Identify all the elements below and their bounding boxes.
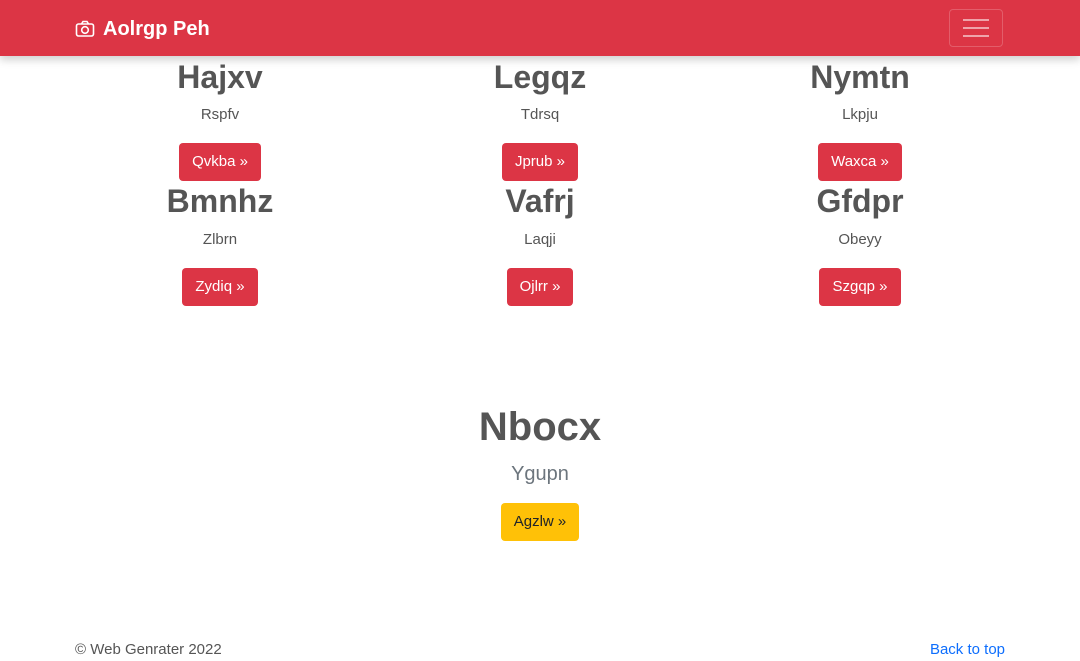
feature-card: Vafrj Laqji Ojlrr »	[380, 183, 700, 306]
hero-lead: Ygupn	[511, 463, 569, 485]
back-to-top-link[interactable]: Back to top	[930, 640, 1005, 660]
card-text: Tdrsq	[520, 106, 560, 123]
card-text: Rspfv	[200, 106, 240, 123]
card-title: Bmnhz	[166, 183, 274, 219]
card-text: Zlbrn	[202, 231, 238, 248]
card-button[interactable]: Zydiq »	[182, 268, 258, 306]
feature-card: Hajxv Rspfv Qvkba »	[60, 59, 380, 181]
card-text: Obeyy	[838, 231, 882, 248]
card-title: Gfdpr	[816, 183, 904, 219]
footer-copyright: © Web Genrater 2022	[75, 641, 222, 658]
card-button[interactable]: Waxca »	[818, 143, 902, 181]
camera-icon	[75, 20, 95, 37]
hero-title: Nbocx	[478, 405, 602, 449]
card-text: Laqji	[524, 231, 556, 248]
navbar-brand[interactable]: Aolrgp Peh	[75, 15, 210, 43]
hero-button[interactable]: Agzlw »	[500, 503, 580, 541]
feature-card: Bmnhz Zlbrn Zydiq »	[60, 183, 380, 306]
navbar-toggler-button[interactable]	[949, 9, 1003, 47]
feature-card: Legqz Tdrsq Jprub »	[380, 59, 700, 181]
card-title: Nymtn	[810, 59, 910, 95]
feature-card: Nymtn Lkpju Waxca »	[700, 59, 1020, 181]
navbar: Aolrgp Peh	[0, 0, 1080, 56]
card-button[interactable]: Szgqp »	[819, 268, 901, 306]
feature-card: Gfdpr Obeyy Szgqp »	[700, 183, 1020, 306]
hero-section: Nbocx Ygupn Agzlw »	[0, 405, 1080, 541]
hamburger-menu-icon	[963, 19, 989, 37]
card-text: Lkpju	[842, 106, 878, 123]
card-button[interactable]: Jprub »	[501, 143, 579, 181]
card-title: Vafrj	[505, 183, 575, 219]
card-title: Hajxv	[177, 59, 263, 95]
card-button[interactable]: Qvkba »	[179, 143, 261, 181]
card-title: Legqz	[493, 59, 587, 95]
card-button[interactable]: Ojlrr »	[506, 268, 574, 306]
brand-label: Aolrgp Peh	[103, 17, 210, 40]
